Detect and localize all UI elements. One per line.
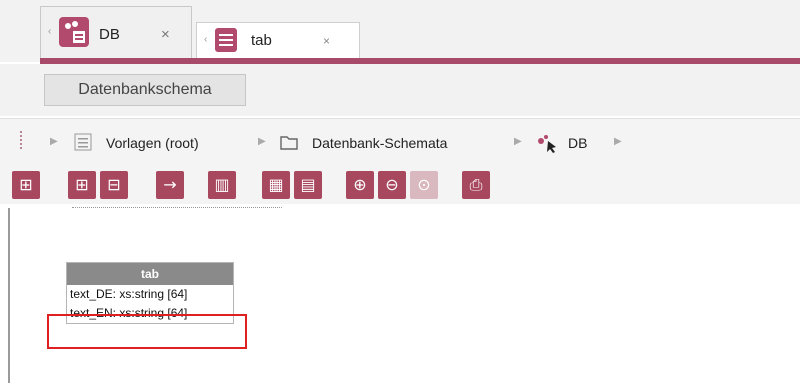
- zoom-out-icon[interactable]: ⊖: [378, 171, 406, 199]
- tab-grip-icon: ‹: [48, 26, 52, 37]
- link-arrow-icon[interactable]: →: [156, 171, 184, 199]
- breadcrumb-separator-icon: ▶: [614, 136, 622, 147]
- print-icon[interactable]: ⎙: [462, 171, 490, 199]
- breadcrumb: ▶ Vorlagen (root) ▶ Datenbank-Schemata ▶…: [0, 118, 800, 169]
- breadcrumb-item-db[interactable]: DB: [568, 135, 587, 151]
- tab-grip-icon: ‹: [204, 34, 208, 45]
- tab-tab[interactable]: ‹ tab ×: [196, 22, 360, 58]
- table-entity-title: tab: [67, 263, 233, 285]
- breadcrumb-item-datenbank-schemata[interactable]: Datenbank-Schemata: [312, 135, 447, 151]
- database-schema-icon: [59, 17, 89, 47]
- breadcrumb-item-vorlagen[interactable]: Vorlagen (root): [106, 135, 199, 151]
- view-switcher-bar: Datenbankschema: [0, 64, 800, 116]
- editor-tab-bar: ‹ DB × ‹ tab ×: [0, 0, 800, 64]
- highlight-box: [47, 314, 247, 349]
- zoom-in-icon[interactable]: ⊕: [346, 171, 374, 199]
- layout-alt-icon[interactable]: ▤: [294, 171, 322, 199]
- close-icon[interactable]: ×: [323, 34, 330, 48]
- breadcrumb-separator-icon: ▶: [514, 136, 522, 147]
- breadcrumb-separator-icon: ▶: [258, 136, 266, 147]
- tab-db[interactable]: ‹ DB ×: [40, 6, 192, 58]
- diagram-toolbar: ⊞ ⊞ ⊟ → ▥ ▦ ▤ ⊕ ⊖ ⊙ ⎙: [0, 168, 800, 204]
- tab-label: DB: [99, 26, 120, 43]
- add-column-icon[interactable]: ⊞: [68, 171, 96, 199]
- delete-icon[interactable]: ▥: [208, 171, 236, 199]
- close-icon[interactable]: ×: [161, 26, 170, 43]
- folder-icon: [280, 134, 298, 155]
- store-root-icon[interactable]: [20, 131, 34, 149]
- datenbankschema-button[interactable]: Datenbankschema: [44, 74, 246, 106]
- table-icon: [215, 28, 237, 52]
- database-schema-icon: [536, 133, 560, 158]
- table-column-row[interactable]: text_DE: xs:string [64]: [67, 285, 233, 304]
- template-store-icon: [74, 133, 92, 156]
- zoom-reset-icon[interactable]: ⊙: [410, 171, 438, 199]
- breadcrumb-separator-icon: ▶: [50, 136, 58, 147]
- add-table-icon[interactable]: ⊞: [12, 171, 40, 199]
- remove-column-icon[interactable]: ⊟: [100, 171, 128, 199]
- tab-label: tab: [251, 32, 272, 49]
- layout-grid-icon[interactable]: ▦: [262, 171, 290, 199]
